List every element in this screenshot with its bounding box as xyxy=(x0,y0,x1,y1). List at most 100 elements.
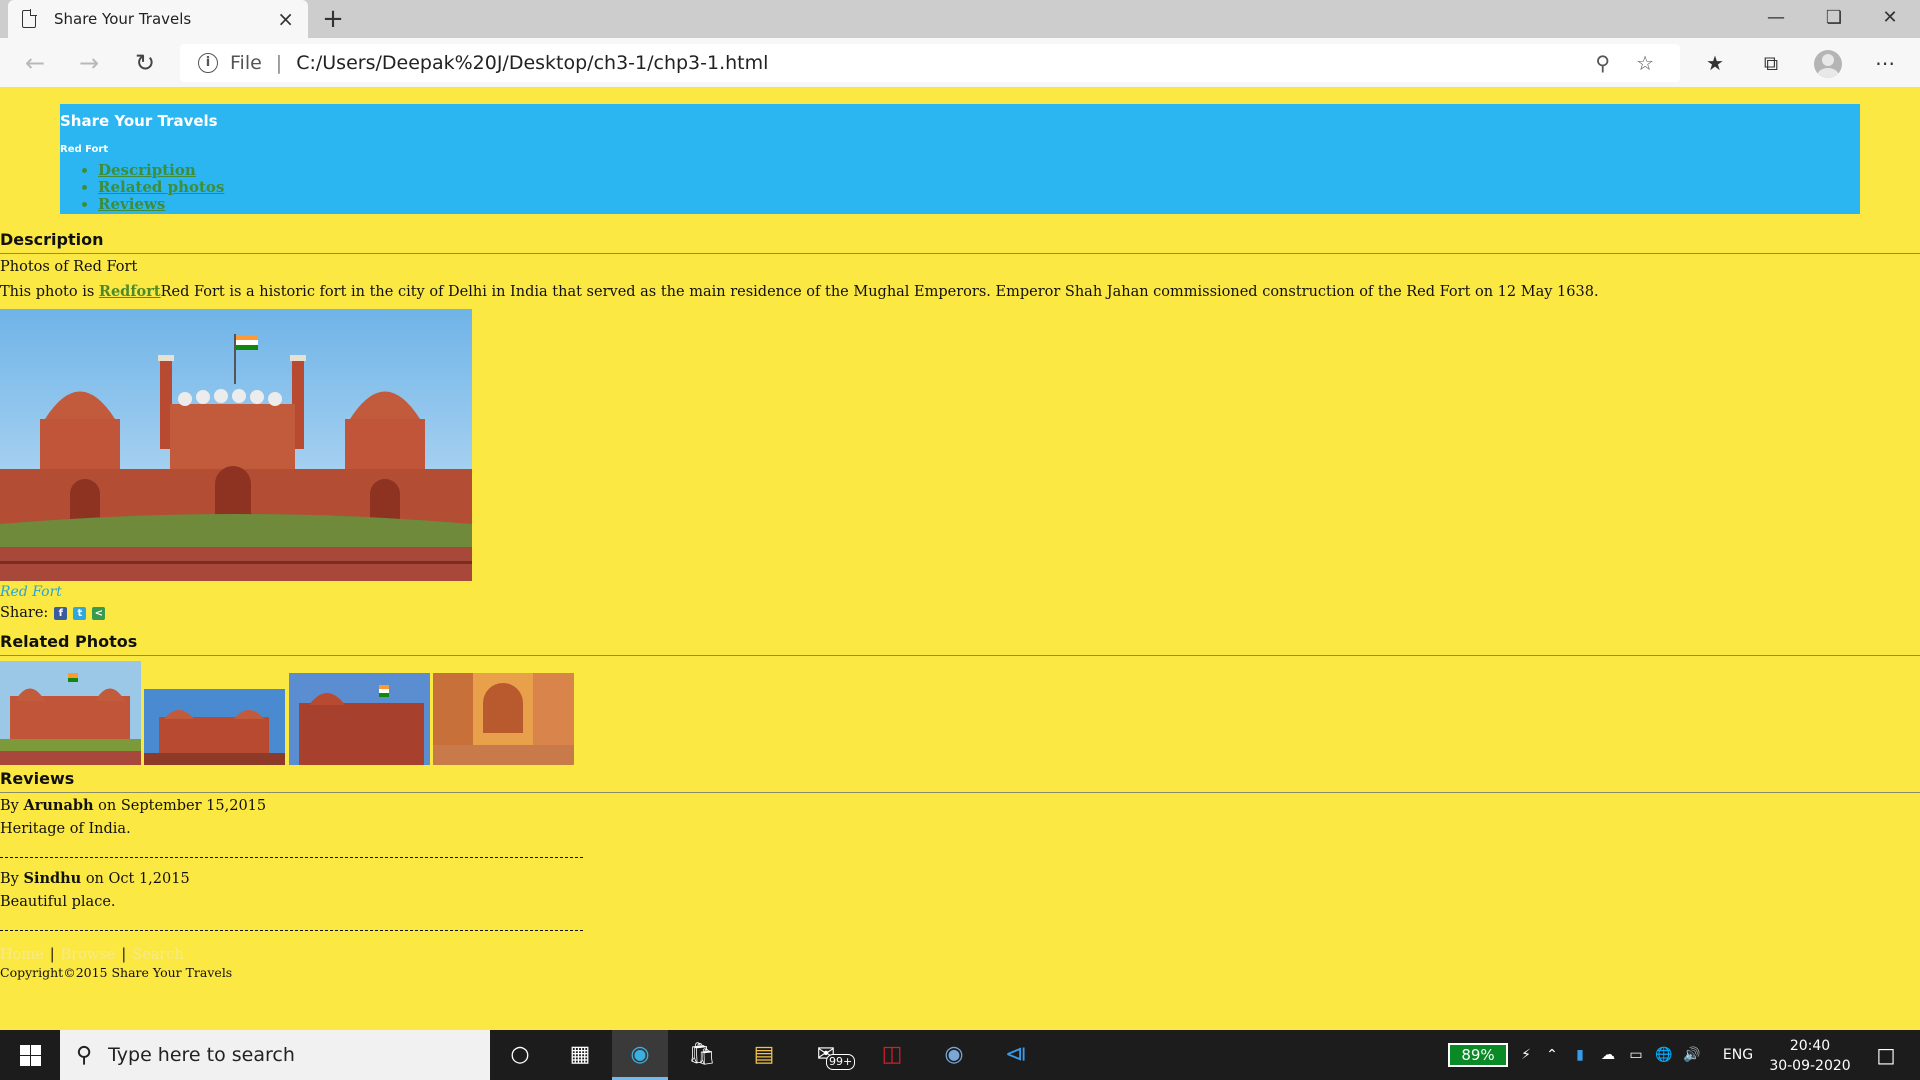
clock-time: 20:40 xyxy=(1789,1038,1831,1054)
review-2-byline: By Sindhu on Oct 1,2015 xyxy=(0,870,190,887)
review-1-text: Heritage of India. xyxy=(0,821,131,837)
copyright: Copyright©2015 Share Your Travels xyxy=(0,965,233,980)
clock[interactable]: 20:40 30-09-2020 xyxy=(1760,1036,1860,1076)
info-icon[interactable]: i xyxy=(198,53,218,73)
reviews-heading: Reviews xyxy=(0,769,1920,793)
related-photo-2[interactable] xyxy=(144,689,285,765)
search-placeholder: Type here to search xyxy=(108,1044,295,1066)
vscode-icon[interactable]: ⧏ xyxy=(988,1030,1044,1080)
photo-caption: Red Fort xyxy=(0,584,62,600)
review-1-author: Arunabh xyxy=(23,797,94,814)
taskbar: ⚲ Type here to search ○ ▦ ◉ 🛍 ▤ ✉ 99+ ◫ ◉… xyxy=(0,1030,1920,1080)
refresh-button[interactable]: ↻ xyxy=(128,46,162,80)
globe-app-icon[interactable]: ◉ xyxy=(926,1030,982,1080)
photos-line: Photos of Red Fort xyxy=(0,259,138,275)
nav-item-description: Description xyxy=(98,162,224,179)
facebook-icon[interactable]: f xyxy=(54,606,68,620)
search-icon: ⚲ xyxy=(76,1042,93,1068)
url-text[interactable]: C:/Users/Deepak%20J/Desktop/ch3-1/chp3-1… xyxy=(296,52,1595,74)
network-icon[interactable]: 🌐 xyxy=(1652,1030,1676,1080)
related-photo-1[interactable] xyxy=(0,661,141,765)
twitter-icon[interactable]: t xyxy=(73,606,87,620)
favorites-list-icon[interactable]: ★ xyxy=(1700,48,1730,78)
onedrive-icon[interactable]: ☁ xyxy=(1596,1030,1620,1080)
description-heading: Description xyxy=(0,230,1920,254)
red-fort-photo xyxy=(0,309,472,581)
redfort-link[interactable]: Redfort xyxy=(99,283,161,300)
new-tab-button[interactable]: + xyxy=(318,4,348,34)
nav-item-reviews: Reviews xyxy=(98,196,224,213)
review-2-author: Sindhu xyxy=(23,870,82,887)
task-view-icon[interactable]: ▦ xyxy=(552,1030,608,1080)
close-tab-icon[interactable]: × xyxy=(277,9,294,29)
mail-icon[interactable]: ✉ 99+ xyxy=(798,1030,856,1080)
favorite-star-icon[interactable]: ☆ xyxy=(1636,51,1654,75)
photo-prefix: This photo is xyxy=(0,284,99,300)
nav-link-description[interactable]: Description xyxy=(98,161,196,179)
related-photo-3[interactable] xyxy=(289,673,430,765)
review-1-by: By xyxy=(0,798,24,814)
footer-link-browse[interactable]: Browse xyxy=(61,947,116,963)
clock-date: 30-09-2020 xyxy=(1769,1058,1851,1074)
mcafee-icon[interactable]: ◫ xyxy=(864,1030,920,1080)
footer-link-search[interactable]: Search xyxy=(132,947,184,963)
photo-description: This photo is RedfortRed Fort is a histo… xyxy=(0,283,1599,300)
site-subtitle: Red Fort xyxy=(60,144,109,155)
site-nav: Description Related photos Reviews xyxy=(60,162,224,213)
related-photo-4[interactable] xyxy=(433,673,574,765)
review-divider xyxy=(0,857,583,858)
nav-item-related-photos: Related photos xyxy=(98,179,224,196)
language-indicator[interactable]: ENG xyxy=(1718,1030,1758,1080)
review-2-date: on Oct 1,2015 xyxy=(81,871,190,887)
nav-link-reviews[interactable]: Reviews xyxy=(98,195,165,213)
tab-title: Share Your Travels xyxy=(54,10,192,28)
app-tray-icon[interactable]: ▮ xyxy=(1568,1030,1592,1080)
edge-icon[interactable]: ◉ xyxy=(612,1030,668,1080)
back-button[interactable]: ← xyxy=(18,46,52,80)
zoom-icon[interactable]: ⚲ xyxy=(1595,51,1610,75)
related-photos-heading: Related Photos xyxy=(0,632,1920,656)
chevron-up-icon[interactable]: ⌃ xyxy=(1540,1030,1564,1080)
site-header: Share Your Travels Red Fort Description … xyxy=(60,104,1860,214)
footer-separator: | xyxy=(49,947,55,963)
volume-icon[interactable]: 🔊 xyxy=(1680,1030,1704,1080)
url-scheme: File xyxy=(230,52,262,74)
photo-text: Red Fort is a historic fort in the city … xyxy=(160,284,1599,300)
profile-avatar[interactable] xyxy=(1814,50,1842,78)
battery-icon[interactable]: ▭ xyxy=(1624,1030,1648,1080)
review-2-text: Beautiful place. xyxy=(0,894,116,910)
cortana-icon[interactable]: ○ xyxy=(492,1030,548,1080)
browser-toolbar: ← → ↻ i File | C:/Users/Deepak%20J/Deskt… xyxy=(0,38,1920,88)
mail-badge: 99+ xyxy=(826,1054,856,1070)
close-window-icon[interactable]: ✕ xyxy=(1862,0,1918,38)
review-1-date: on September 15,2015 xyxy=(93,798,267,814)
power-plug-icon[interactable]: ⚡ xyxy=(1516,1030,1536,1080)
review-divider xyxy=(0,930,583,931)
battery-percent[interactable]: 89% xyxy=(1448,1043,1508,1067)
page-viewport: Share Your Travels Red Fort Description … xyxy=(0,89,1920,1030)
file-explorer-icon[interactable]: ▤ xyxy=(736,1030,792,1080)
review-1-byline: By Arunabh on September 15,2015 xyxy=(0,797,266,814)
share-icon[interactable]: < xyxy=(92,606,106,620)
collections-icon[interactable]: ⧉ xyxy=(1756,48,1786,78)
restore-icon[interactable]: ❏ xyxy=(1806,0,1862,38)
notifications-icon[interactable]: □ xyxy=(1866,1030,1906,1080)
start-button[interactable] xyxy=(0,1030,60,1080)
share-row: Share: f t < xyxy=(0,605,106,621)
footer-nav: Home | Browse | Search xyxy=(0,947,184,963)
more-icon[interactable]: ⋯ xyxy=(1870,48,1900,78)
page-icon xyxy=(22,9,37,28)
browser-tab[interactable]: Share Your Travels × xyxy=(8,0,308,38)
forward-button[interactable]: → xyxy=(72,46,106,80)
minimize-icon[interactable]: — xyxy=(1748,0,1804,38)
taskbar-search-input[interactable]: ⚲ Type here to search xyxy=(60,1030,490,1080)
review-2-by: By xyxy=(0,871,24,887)
address-bar[interactable]: i File | C:/Users/Deepak%20J/Desktop/ch3… xyxy=(180,44,1680,82)
site-title: Share Your Travels xyxy=(60,112,218,130)
footer-separator: | xyxy=(121,947,127,963)
nav-link-related-photos[interactable]: Related photos xyxy=(98,178,224,196)
share-label: Share: xyxy=(0,605,49,621)
store-icon[interactable]: 🛍 xyxy=(674,1030,730,1080)
tab-strip: Share Your Travels × + — ❏ ✕ xyxy=(0,0,1920,38)
footer-link-home[interactable]: Home xyxy=(0,947,44,963)
